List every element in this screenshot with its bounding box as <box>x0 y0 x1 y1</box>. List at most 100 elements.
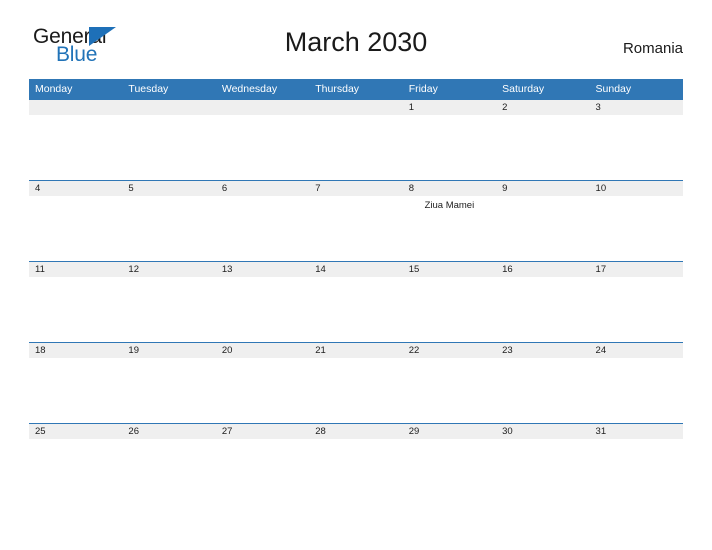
day-cell-inner: 3 <box>589 99 683 180</box>
day-number: 22 <box>402 342 497 358</box>
page-title: March 2030 <box>284 27 428 57</box>
calendar-day-cell[interactable]: 23 <box>496 342 590 423</box>
calendar-day-cell[interactable]: 30 <box>496 423 590 504</box>
day-cell-inner <box>29 99 123 180</box>
page-header: General Blue March 2030 Romania <box>29 22 683 72</box>
calendar-day-cell[interactable]: 25 <box>29 423 123 504</box>
calendar-day-cell[interactable]: 21 <box>309 342 403 423</box>
calendar-week-row: 4 5 6 7 8 Ziua Mamei 9 10 <box>29 180 683 261</box>
day-cell-inner: 9 <box>496 180 590 261</box>
calendar-day-cell[interactable]: 18 <box>29 342 123 423</box>
day-cell-inner: 6 <box>215 180 310 261</box>
day-cell-inner: 4 <box>29 180 123 261</box>
day-number: 20 <box>215 342 310 358</box>
calendar-day-cell[interactable]: 26 <box>122 423 216 504</box>
calendar-day-cell[interactable]: 5 <box>122 180 216 261</box>
calendar-day-cell[interactable]: 9 <box>496 180 590 261</box>
day-number: 5 <box>122 180 216 196</box>
day-number: 21 <box>309 342 403 358</box>
day-events <box>29 277 122 280</box>
calendar-grid: Monday Tuesday Wednesday Thursday Friday… <box>29 79 683 504</box>
calendar-day-cell[interactable] <box>309 99 403 180</box>
day-number <box>29 99 123 115</box>
day-cell-inner: 13 <box>215 261 310 342</box>
day-number: 30 <box>496 423 590 439</box>
day-number: 28 <box>309 423 403 439</box>
calendar-day-cell[interactable]: 7 <box>309 180 403 261</box>
weekday-header-monday: Monday <box>29 79 123 99</box>
day-number: 26 <box>122 423 216 439</box>
calendar-week-row: 11 12 13 14 15 16 17 <box>29 261 683 342</box>
day-events <box>122 439 215 442</box>
day-events <box>590 439 683 442</box>
calendar-day-cell[interactable]: 22 <box>402 342 497 423</box>
day-number: 29 <box>402 423 497 439</box>
calendar-day-cell[interactable] <box>122 99 216 180</box>
calendar-day-cell[interactable]: 27 <box>215 423 310 504</box>
day-events <box>216 115 309 118</box>
calendar-day-cell[interactable]: 8 Ziua Mamei <box>402 180 497 261</box>
calendar-day-cell[interactable]: 24 <box>589 342 683 423</box>
calendar-day-cell[interactable]: 20 <box>215 342 310 423</box>
day-cell-inner: 31 <box>589 423 683 504</box>
calendar-day-cell[interactable]: 28 <box>309 423 403 504</box>
weekday-header-sunday: Sunday <box>589 79 683 99</box>
day-events <box>403 358 496 361</box>
calendar-day-cell[interactable]: 15 <box>402 261 497 342</box>
calendar-day-cell[interactable]: 13 <box>215 261 310 342</box>
calendar-day-cell[interactable] <box>215 99 310 180</box>
calendar-day-cell[interactable]: 6 <box>215 180 310 261</box>
day-cell-inner: 30 <box>496 423 590 504</box>
day-events <box>403 277 496 280</box>
calendar-day-cell[interactable]: 10 <box>589 180 683 261</box>
calendar-day-cell[interactable]: 3 <box>589 99 683 180</box>
calendar-day-cell[interactable]: 12 <box>122 261 216 342</box>
calendar-day-cell[interactable]: 1 <box>402 99 497 180</box>
day-events <box>216 277 309 280</box>
calendar-day-cell[interactable]: 16 <box>496 261 590 342</box>
calendar-day-cell[interactable]: 11 <box>29 261 123 342</box>
day-number <box>309 99 403 115</box>
day-cell-inner: 27 <box>215 423 310 504</box>
day-cell-inner <box>122 99 216 180</box>
day-cell-inner: 15 <box>402 261 497 342</box>
country-label: Romania <box>622 40 683 57</box>
weekday-header-wednesday: Wednesday <box>215 79 310 99</box>
day-number: 1 <box>402 99 497 115</box>
day-cell-inner: 19 <box>122 342 216 423</box>
weekday-header-thursday: Thursday <box>309 79 403 99</box>
day-cell-inner: 17 <box>589 261 683 342</box>
day-events <box>403 439 496 442</box>
calendar-week-row: 18 19 20 21 22 23 24 <box>29 342 683 423</box>
calendar-day-cell[interactable]: 14 <box>309 261 403 342</box>
day-cell-inner: 25 <box>29 423 123 504</box>
day-number: 27 <box>215 423 310 439</box>
day-number: 2 <box>496 99 590 115</box>
day-events <box>403 115 496 118</box>
calendar-day-cell[interactable]: 29 <box>402 423 497 504</box>
calendar-day-cell[interactable]: 19 <box>122 342 216 423</box>
day-number: 14 <box>309 261 403 277</box>
calendar-day-cell[interactable]: 31 <box>589 423 683 504</box>
day-events <box>590 196 683 199</box>
day-number: 24 <box>589 342 683 358</box>
day-number: 8 <box>402 180 497 196</box>
day-number: 15 <box>402 261 497 277</box>
day-events <box>216 439 309 442</box>
calendar-day-cell[interactable]: 17 <box>589 261 683 342</box>
calendar-day-cell[interactable]: 4 <box>29 180 123 261</box>
day-events <box>590 115 683 118</box>
day-number: 19 <box>122 342 216 358</box>
day-events <box>29 115 122 118</box>
day-events <box>496 196 589 199</box>
calendar-body: 1 2 3 4 5 6 7 8 Ziua Mamei 9 10 11 12 13 14 15 16 17 18 19 2… <box>29 99 683 504</box>
day-number: 16 <box>496 261 590 277</box>
day-events <box>29 358 122 361</box>
day-cell-inner: 18 <box>29 342 123 423</box>
calendar-day-cell[interactable]: 2 <box>496 99 590 180</box>
calendar-day-cell[interactable] <box>29 99 123 180</box>
day-number <box>122 99 216 115</box>
day-cell-inner <box>309 99 403 180</box>
day-number: 4 <box>29 180 123 196</box>
day-cell-inner: 10 <box>589 180 683 261</box>
